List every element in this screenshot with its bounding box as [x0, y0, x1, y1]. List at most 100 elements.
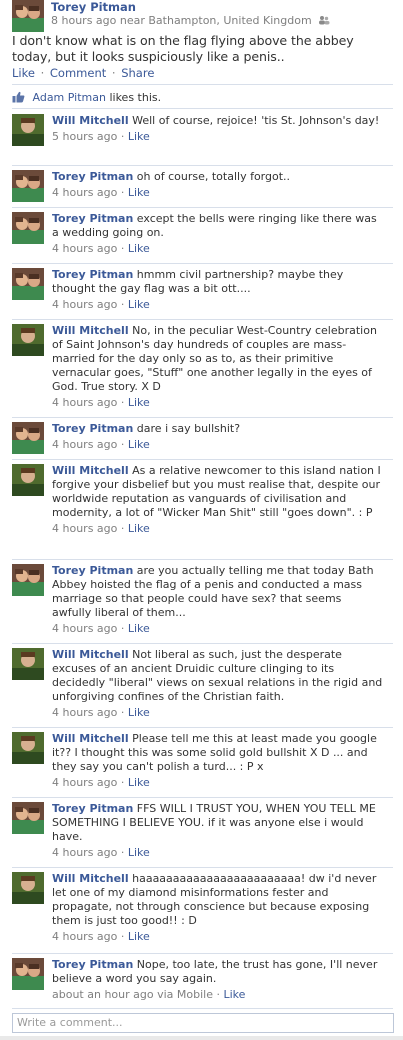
comment-meta: 4 hours ago · Like: [52, 622, 384, 636]
comment-author[interactable]: Torey Pitman: [52, 170, 133, 183]
comment-like-link[interactable]: Like: [128, 930, 150, 943]
thumbs-up-icon: [12, 91, 25, 103]
liker-name[interactable]: Adam Pitman: [33, 91, 106, 104]
meta-separator: ·: [117, 130, 128, 143]
comment-author[interactable]: Torey Pitman: [52, 212, 133, 225]
post-meta: 8 hours ago near Bathampton, United King…: [51, 14, 330, 27]
torey-avatar[interactable]: [12, 958, 44, 990]
meta-separator: ·: [117, 438, 128, 451]
comment-like-link[interactable]: Like: [128, 396, 150, 409]
comment-author[interactable]: Will Mitchell: [52, 114, 129, 127]
comment-author[interactable]: Will Mitchell: [52, 648, 129, 661]
comment-meta: 4 hours ago · Like: [52, 298, 384, 312]
will-avatar[interactable]: [12, 732, 44, 764]
divider: [12, 953, 393, 954]
will-avatar[interactable]: [12, 872, 44, 904]
meta-separator: ·: [117, 186, 128, 199]
likes-row: Adam Pitman likes this.: [12, 91, 161, 104]
meta-separator: ·: [117, 846, 128, 859]
divider: [12, 108, 393, 109]
will-avatar[interactable]: [12, 464, 44, 496]
will-avatar[interactable]: [12, 648, 44, 680]
comment-timestamp: 4 hours ago: [52, 846, 118, 859]
comment-timestamp: 4 hours ago: [52, 776, 118, 789]
comment-meta: 4 hours ago · Like: [52, 438, 384, 452]
comment-author[interactable]: Torey Pitman: [52, 802, 133, 815]
comment-author[interactable]: Will Mitchell: [52, 872, 129, 885]
will-avatar[interactable]: [12, 324, 44, 356]
divider: [12, 319, 393, 320]
comment-text-block: Torey Pitman except the bells were ringi…: [52, 212, 384, 240]
bottom-scroll-bar: [0, 1036, 403, 1040]
comment-author[interactable]: Torey Pitman: [52, 422, 133, 435]
comment-timestamp: 4 hours ago: [52, 186, 118, 199]
torey-avatar[interactable]: [12, 802, 44, 834]
comment-body: Torey Pitman except the bells were ringi…: [52, 212, 384, 256]
comment-text-block: Will Mitchell Not liberal as such, just …: [52, 648, 384, 704]
comment-like-link[interactable]: Like: [223, 988, 245, 1001]
comment-timestamp: about an hour ago via Mobile: [52, 988, 213, 1001]
comment-like-link[interactable]: Like: [128, 706, 150, 719]
comment-meta: 4 hours ago · Like: [52, 396, 384, 410]
torey-avatar[interactable]: [12, 564, 44, 596]
comment-text-block: Torey Pitman oh of course, totally forgo…: [52, 170, 384, 184]
torey-avatar[interactable]: [12, 212, 44, 244]
comment-text-block: Torey Pitman are you actually telling me…: [52, 564, 384, 620]
divider: [12, 263, 393, 264]
will-avatar[interactable]: [12, 114, 44, 146]
comment-like-link[interactable]: Like: [128, 130, 150, 143]
comment-body: Torey Pitman oh of course, totally forgo…: [52, 170, 384, 200]
comment-meta: about an hour ago via Mobile · Like: [52, 988, 384, 1002]
comment-body: Torey Pitman hmmm civil partnership? may…: [52, 268, 384, 312]
comment-meta: 4 hours ago · Like: [52, 846, 384, 860]
comment-author[interactable]: Torey Pitman: [52, 564, 133, 577]
meta-separator: ·: [117, 622, 128, 635]
comment-like-link[interactable]: Like: [128, 622, 150, 635]
comment-like-link[interactable]: Like: [128, 242, 150, 255]
like-link[interactable]: Like: [12, 66, 35, 80]
comment-like-link[interactable]: Like: [128, 776, 150, 789]
divider: [12, 165, 393, 166]
meta-separator: ·: [117, 776, 128, 789]
torey-avatar[interactable]: [12, 0, 44, 32]
comment-author[interactable]: Torey Pitman: [52, 958, 133, 971]
comment-text-block: Torey Pitman hmmm civil partnership? may…: [52, 268, 384, 296]
share-link[interactable]: Share: [121, 66, 154, 80]
comment-text-block: Will Mitchell Well of course, rejoice! '…: [52, 114, 384, 128]
comment-author[interactable]: Will Mitchell: [52, 464, 129, 477]
comment-like-link[interactable]: Like: [128, 522, 150, 535]
post-author[interactable]: Torey Pitman: [51, 0, 136, 14]
comment-meta: 4 hours ago · Like: [52, 930, 384, 944]
comment-like-link[interactable]: Like: [128, 186, 150, 199]
meta-separator: ·: [212, 988, 224, 1001]
comment-like-link[interactable]: Like: [128, 298, 150, 311]
meta-separator: ·: [117, 522, 128, 535]
comment-body: Torey Pitman are you actually telling me…: [52, 564, 384, 636]
comment-text: dare i say bullshit?: [136, 422, 241, 435]
comment-text-block: Will Mitchell No, in the peculiar West-C…: [52, 324, 384, 394]
comment-body: Will Mitchell No, in the peculiar West-C…: [52, 324, 384, 410]
comment-text-block: Will Mitchell Please tell me this at lea…: [52, 732, 384, 774]
torey-avatar[interactable]: [12, 170, 44, 202]
write-comment-input[interactable]: Write a comment...: [12, 1013, 394, 1033]
comment-like-link[interactable]: Like: [128, 846, 150, 859]
comment-link[interactable]: Comment: [50, 66, 106, 80]
comment-body: Will Mitchell Well of course, rejoice! '…: [52, 114, 384, 144]
torey-avatar[interactable]: [12, 268, 44, 300]
comment-body: Will Mitchell Not liberal as such, just …: [52, 648, 384, 720]
comment-meta: 4 hours ago · Like: [52, 776, 384, 790]
comment-author[interactable]: Torey Pitman: [52, 268, 133, 281]
comment-body: Torey Pitman FFS WILL I TRUST YOU, WHEN …: [52, 802, 384, 860]
friends-icon: [319, 16, 330, 25]
comment-author[interactable]: Will Mitchell: [52, 324, 129, 337]
comment-author[interactable]: Will Mitchell: [52, 732, 129, 745]
comment-like-link[interactable]: Like: [128, 438, 150, 451]
comment-timestamp: 4 hours ago: [52, 298, 118, 311]
torey-avatar[interactable]: [12, 422, 44, 454]
comment-timestamp: 4 hours ago: [52, 522, 118, 535]
comment-text: Well of course, rejoice! 'tis St. Johnso…: [132, 114, 380, 127]
comment-meta: 4 hours ago · Like: [52, 522, 384, 536]
meta-separator: ·: [117, 930, 128, 943]
comment-meta: 4 hours ago · Like: [52, 706, 384, 720]
post-actions: Like · Comment · Share: [12, 66, 154, 80]
